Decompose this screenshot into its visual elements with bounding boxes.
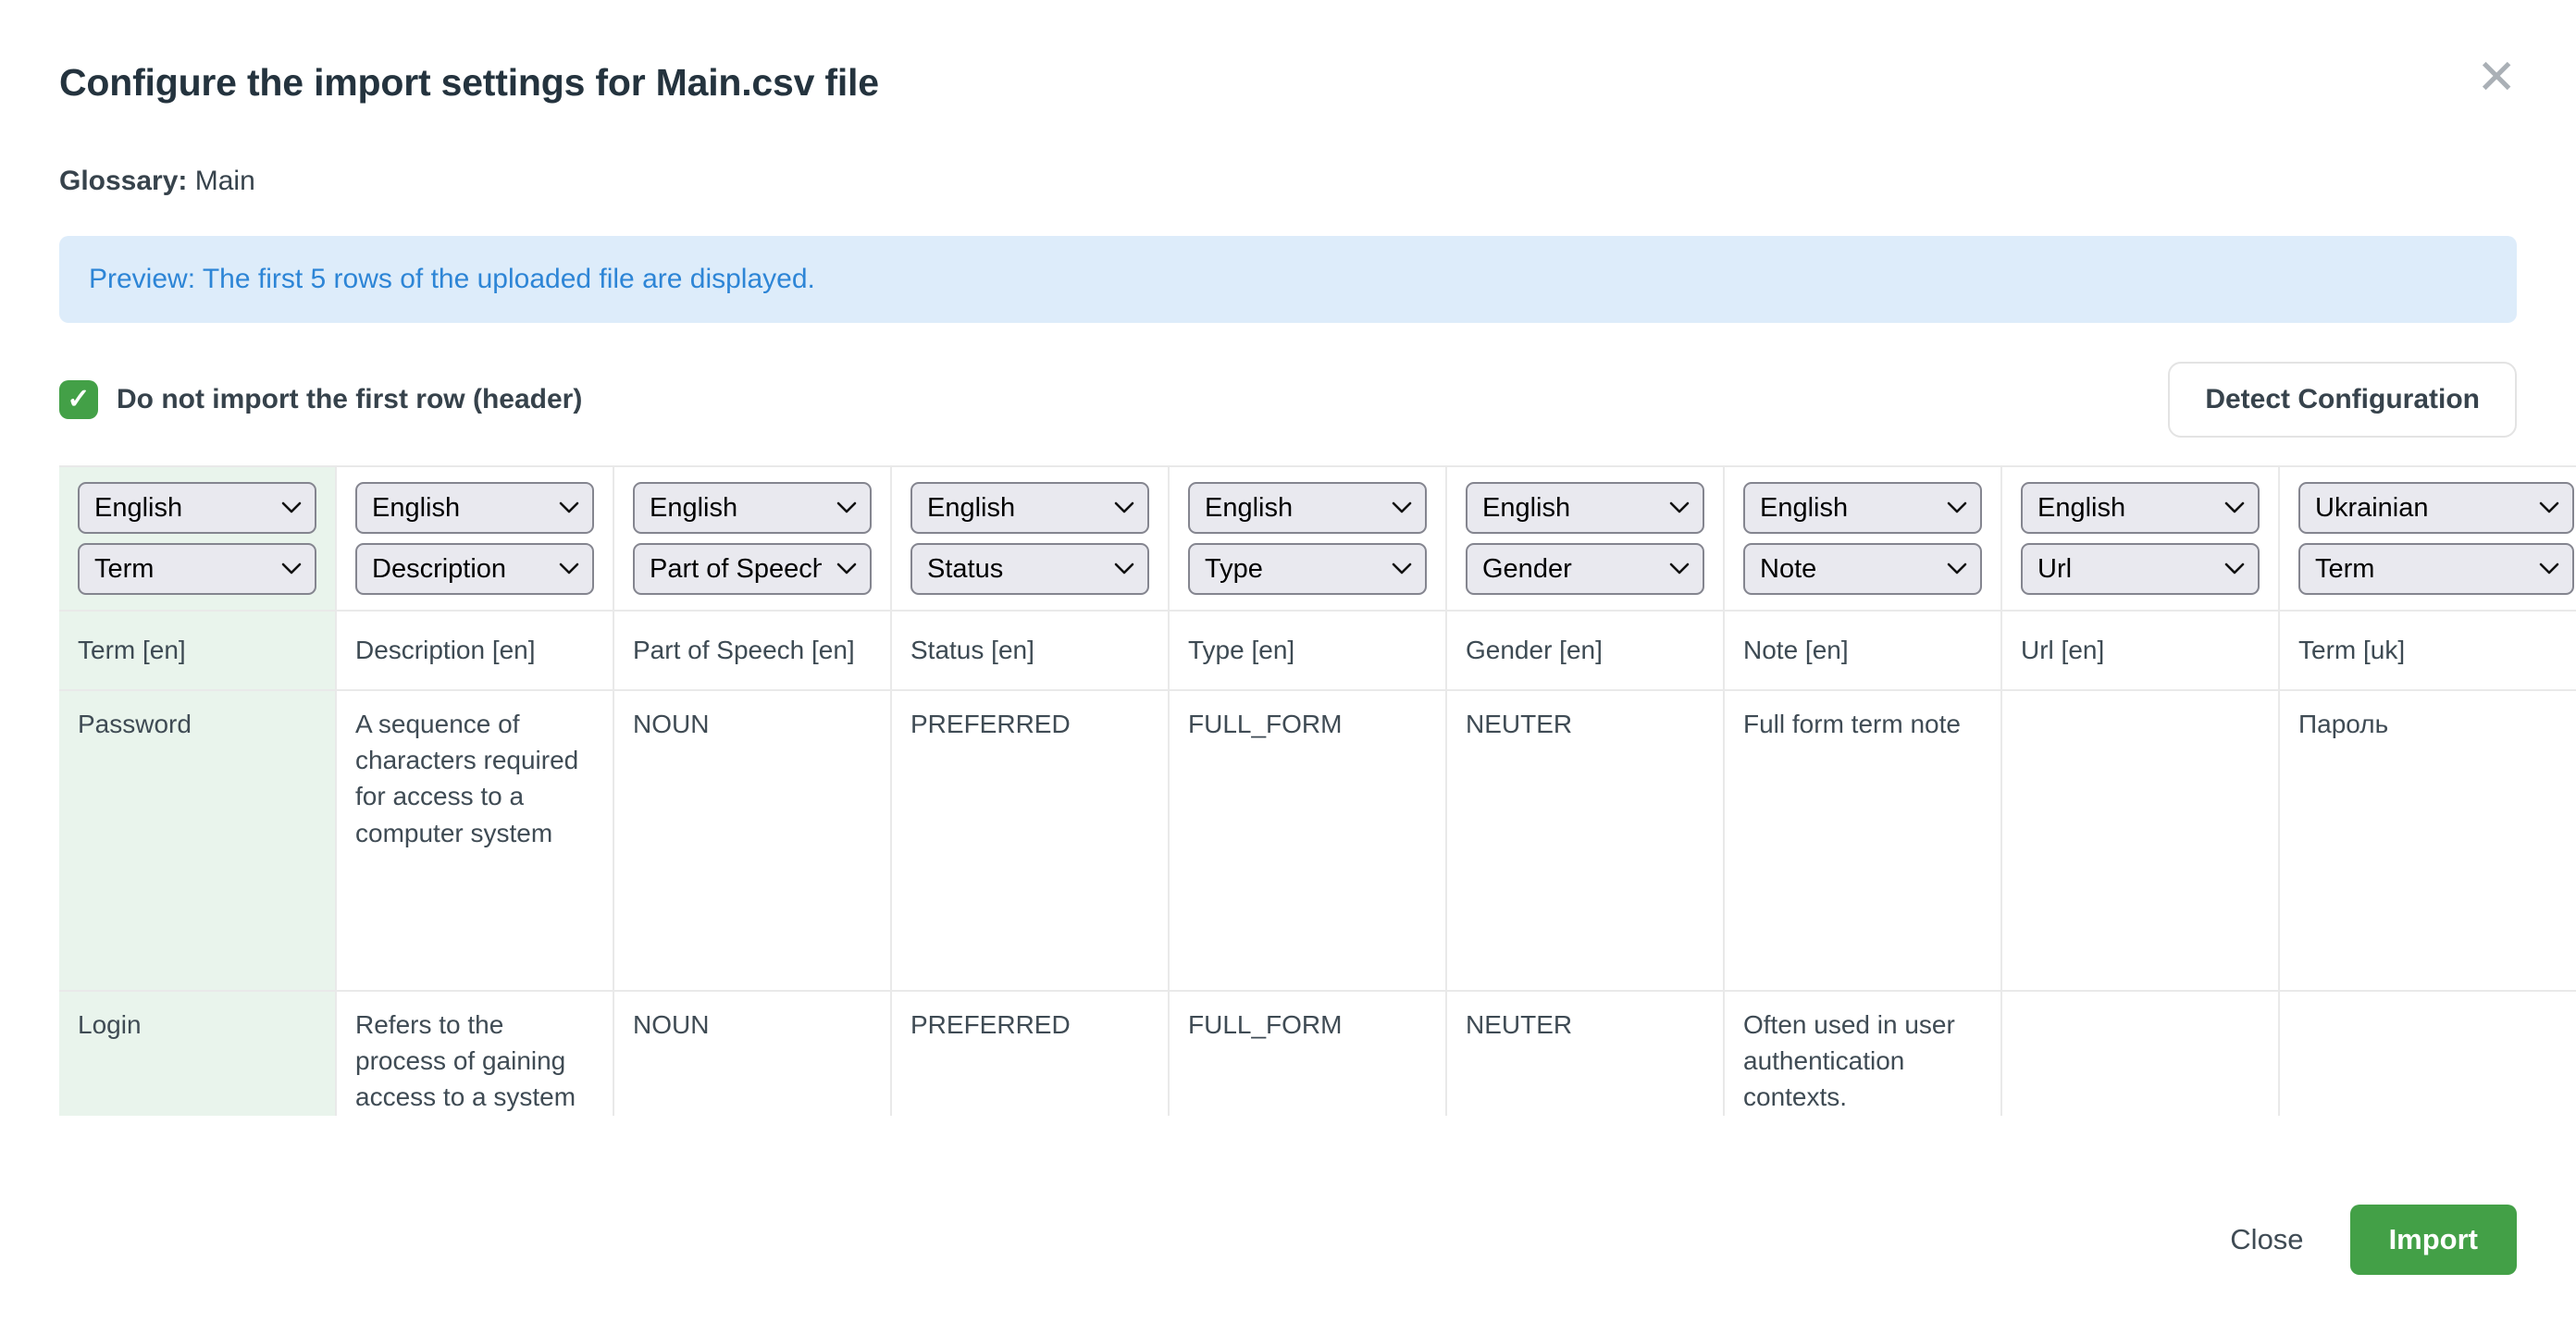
skip-header-checkbox-label: Do not import the first row (header) [117, 384, 582, 415]
preview-table-grid: English Term English Description English Part… [59, 467, 2576, 1116]
skip-header-checkbox[interactable]: ✓ [59, 380, 98, 419]
language-select[interactable]: English [910, 482, 1149, 534]
close-icon[interactable]: ✕ [2471, 48, 2522, 107]
table-cell [2002, 992, 2280, 1116]
field-select-wrap: Type [1188, 543, 1427, 595]
dialog-title: Configure the import settings for Main.c… [59, 0, 2517, 105]
table-cell [2280, 992, 2576, 1116]
glossary-value: Main [195, 166, 255, 196]
detect-configuration-button[interactable]: Detect Configuration [2168, 362, 2517, 438]
field-select[interactable]: Status [910, 543, 1149, 595]
language-select-wrap: English [78, 482, 316, 534]
field-select-wrap: Part of Speech [633, 543, 872, 595]
language-select[interactable]: English [1466, 482, 1704, 534]
preview-notice-text: Preview: The first 5 rows of the uploade… [89, 264, 815, 295]
controls-row: ✓ Do not import the first row (header) D… [59, 362, 2517, 438]
import-button[interactable]: Import [2350, 1205, 2517, 1275]
column-header-cell: Description [en] [337, 612, 614, 691]
column-mapping-cell: English Type [1170, 467, 1447, 612]
field-select-wrap: Term [2298, 543, 2574, 595]
import-settings-dialog: ✕ Configure the import settings for Main… [0, 0, 2576, 1335]
table-cell: Full form term note [1725, 691, 2002, 992]
language-select-wrap: English [1466, 482, 1704, 534]
field-select-wrap: Url [2021, 543, 2260, 595]
language-select-wrap: English [355, 482, 594, 534]
field-select[interactable]: Term [78, 543, 316, 595]
column-mapping-cell: English Gender [1447, 467, 1725, 612]
language-select[interactable]: English [2021, 482, 2260, 534]
language-select[interactable]: English [78, 482, 316, 534]
column-header-cell: Status [en] [892, 612, 1170, 691]
language-select-wrap: English [910, 482, 1149, 534]
table-cell [2002, 691, 2280, 992]
table-cell: NOUN [614, 992, 892, 1116]
column-mapping-cell: English Note [1725, 467, 2002, 612]
field-select[interactable]: Note [1743, 543, 1982, 595]
field-select[interactable]: Term [2298, 543, 2574, 595]
field-select[interactable]: Part of Speech [633, 543, 872, 595]
table-cell: FULL_FORM [1170, 691, 1447, 992]
table-cell: Login [59, 992, 337, 1116]
language-select[interactable]: Ukrainian [2298, 482, 2574, 534]
close-button[interactable]: Close [2230, 1223, 2303, 1256]
column-header-cell: Term [uk] [2280, 612, 2576, 691]
table-cell: Password [59, 691, 337, 992]
field-select[interactable]: Gender [1466, 543, 1704, 595]
table-cell: NEUTER [1447, 992, 1725, 1116]
column-header-cell: Url [en] [2002, 612, 2280, 691]
column-mapping-cell: English Url [2002, 467, 2280, 612]
language-select[interactable]: English [633, 482, 872, 534]
glossary-label: Glossary: [59, 166, 187, 196]
language-select-wrap: English [2021, 482, 2260, 534]
table-cell: FULL_FORM [1170, 992, 1447, 1116]
column-mapping-cell: English Status [892, 467, 1170, 612]
table-cell: PREFERRED [892, 691, 1170, 992]
skip-header-checkbox-group: ✓ Do not import the first row (header) [59, 380, 582, 419]
column-header-cell: Gender [en] [1447, 612, 1725, 691]
field-select-wrap: Status [910, 543, 1149, 595]
field-select[interactable]: Url [2021, 543, 2260, 595]
field-select-wrap: Note [1743, 543, 1982, 595]
field-select[interactable]: Description [355, 543, 594, 595]
column-header-cell: Term [en] [59, 612, 337, 691]
table-cell: NOUN [614, 691, 892, 992]
language-select[interactable]: English [355, 482, 594, 534]
table-cell: Refers to the process of gaining access … [337, 992, 614, 1116]
glossary-line: Glossary: Main [59, 166, 2517, 197]
language-select[interactable]: English [1743, 482, 1982, 534]
column-mapping-cell: English Description [337, 467, 614, 612]
table-cell: NEUTER [1447, 691, 1725, 992]
dialog-footer: Close Import [59, 1205, 2517, 1275]
table-cell: Пароль [2280, 691, 2576, 992]
column-mapping-cell: Ukrainian Term [2280, 467, 2576, 612]
field-select-wrap: Description [355, 543, 594, 595]
table-cell: PREFERRED [892, 992, 1170, 1116]
language-select-wrap: English [633, 482, 872, 534]
language-select-wrap: English [1743, 482, 1982, 534]
column-header-cell: Type [en] [1170, 612, 1447, 691]
preview-table: English Term English Description English Part… [59, 465, 2576, 1116]
check-icon: ✓ [67, 386, 90, 414]
column-header-cell: Note [en] [1725, 612, 2002, 691]
field-select-wrap: Gender [1466, 543, 1704, 595]
table-cell: Often used in user authentication contex… [1725, 992, 2002, 1116]
language-select-wrap: English [1188, 482, 1427, 534]
field-select[interactable]: Type [1188, 543, 1427, 595]
preview-notice: Preview: The first 5 rows of the uploade… [59, 236, 2517, 323]
table-cell: A sequence of characters required for ac… [337, 691, 614, 992]
column-mapping-cell: English Term [59, 467, 337, 612]
column-mapping-cell: English Part of Speech [614, 467, 892, 612]
language-select[interactable]: English [1188, 482, 1427, 534]
field-select-wrap: Term [78, 543, 316, 595]
language-select-wrap: Ukrainian [2298, 482, 2574, 534]
column-header-cell: Part of Speech [en] [614, 612, 892, 691]
